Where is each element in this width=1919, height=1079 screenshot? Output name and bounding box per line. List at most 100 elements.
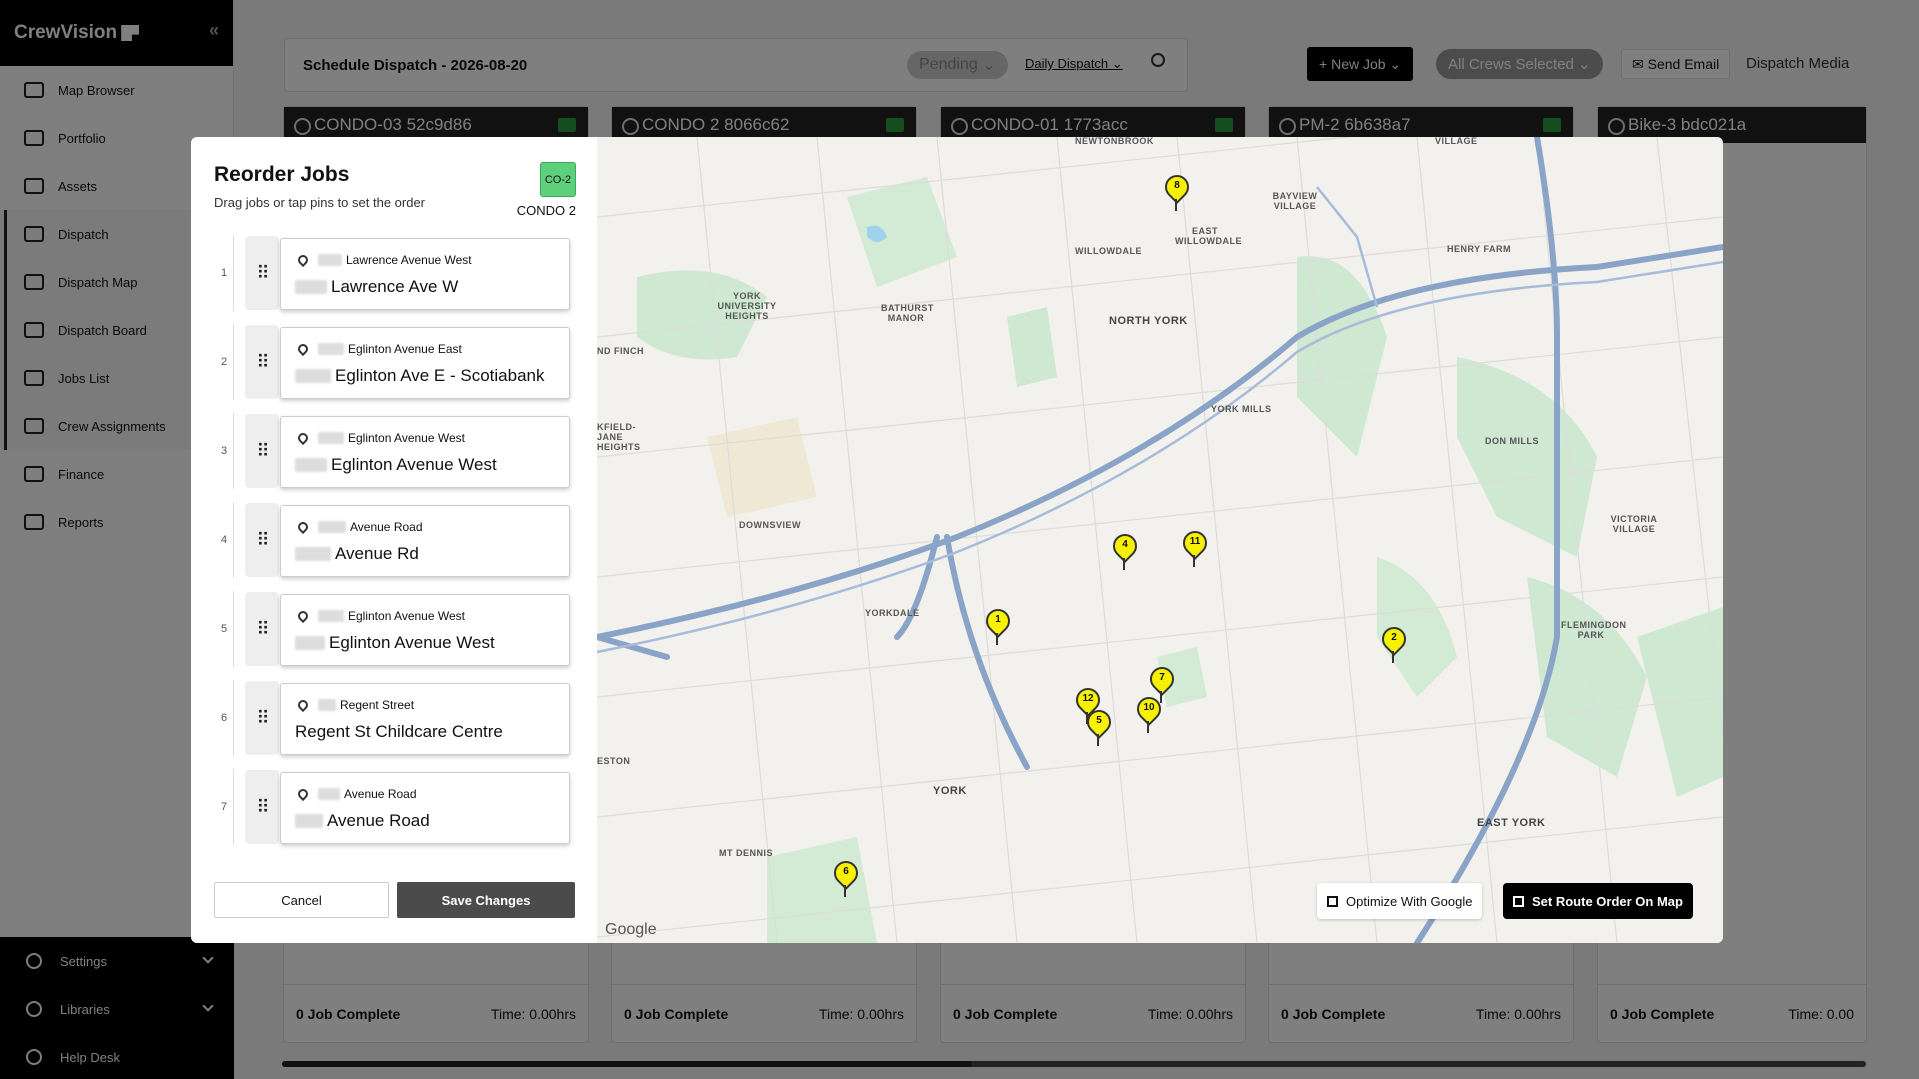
job-row[interactable]: 3 ⠿ Eglinton Avenue West Eglinton Avenue… xyxy=(191,413,597,489)
job-order-number: 7 xyxy=(221,801,228,813)
order-rail xyxy=(233,769,234,845)
map-label: YORK MILLS xyxy=(1211,404,1272,414)
marker-number: 4 xyxy=(1122,539,1128,550)
redacted-number xyxy=(295,369,331,383)
marker-number: 6 xyxy=(843,866,849,877)
order-rail xyxy=(233,502,234,578)
order-rail xyxy=(233,413,234,489)
redacted-number xyxy=(318,699,336,711)
drag-handle-icon[interactable]: ⠿ xyxy=(245,325,279,399)
job-street: Regent Street xyxy=(340,698,415,712)
marker-number: 2 xyxy=(1391,632,1397,643)
pin-tip xyxy=(996,633,998,645)
job-card[interactable]: Lawrence Avenue West Lawrence Ave W xyxy=(280,238,570,310)
modal-title: Reorder Jobs xyxy=(214,163,350,186)
map-label: NORTH YORK xyxy=(1109,315,1188,327)
google-attribution: Google xyxy=(605,921,657,938)
map-label: ND FINCH xyxy=(597,346,644,356)
job-marker-pin[interactable]: 1 xyxy=(981,604,1015,645)
job-marker-pin[interactable]: 5 xyxy=(1082,705,1116,746)
job-marker-pin[interactable]: 10 xyxy=(1132,692,1166,733)
reorder-panel: Reorder Jobs Drag jobs or tap pins to se… xyxy=(191,137,597,943)
job-name: Regent St Childcare Centre xyxy=(295,722,503,741)
job-street: Avenue Road xyxy=(350,520,423,534)
job-marker-pin[interactable]: 11 xyxy=(1178,526,1212,567)
job-marker-pin[interactable]: 4 xyxy=(1108,529,1142,570)
job-street: Avenue Road xyxy=(344,787,417,801)
redacted-number xyxy=(295,458,327,472)
job-name: Eglinton Avenue West xyxy=(329,633,495,652)
job-marker-pin[interactable]: 6 xyxy=(829,856,863,897)
route-map[interactable]: NEWTONBROOK VILLAGE BAYVIEW VILLAGE EAST… xyxy=(597,137,1723,943)
map-label: EAST WILLOWDALE xyxy=(1175,226,1242,246)
map-label: WILLOWDALE xyxy=(1075,246,1142,256)
map-label: NEWTONBROOK xyxy=(1075,137,1154,146)
map-label: MT DENNIS xyxy=(719,848,773,858)
drag-handle-icon[interactable]: ⠿ xyxy=(245,770,279,844)
job-street: Eglinton Avenue West xyxy=(348,609,465,623)
marker-number: 7 xyxy=(1159,672,1165,683)
job-row[interactable]: 4 ⠿ Avenue Road Avenue Rd xyxy=(191,502,597,578)
job-card[interactable]: Avenue Road Avenue Road xyxy=(280,772,570,844)
job-card[interactable]: Avenue Road Avenue Rd xyxy=(280,505,570,577)
redacted-number xyxy=(318,343,344,355)
redacted-number xyxy=(295,814,323,828)
redacted-number xyxy=(318,610,344,622)
order-rail xyxy=(233,235,234,311)
drag-handle-icon[interactable]: ⠿ xyxy=(245,236,279,310)
job-card[interactable]: Regent Street Regent St Childcare Centre xyxy=(280,683,570,755)
map-label: HENRY FARM xyxy=(1447,244,1512,254)
job-row[interactable]: 1 ⠿ Lawrence Avenue West Lawrence Ave W xyxy=(191,235,597,311)
job-marker-pin[interactable]: 8 xyxy=(1160,170,1194,211)
redacted-number xyxy=(295,636,325,650)
map-label: VILLAGE xyxy=(1435,137,1478,146)
location-pin-icon xyxy=(295,341,311,357)
drag-handle-icon[interactable]: ⠿ xyxy=(245,414,279,488)
optimize-with-google-button[interactable]: Optimize With Google xyxy=(1317,883,1483,919)
job-street: Eglinton Avenue East xyxy=(348,342,462,356)
drag-handle-icon[interactable]: ⠿ xyxy=(245,503,279,577)
cancel-button[interactable]: Cancel xyxy=(214,882,389,918)
map-label: EAST YORK xyxy=(1477,817,1546,829)
set-route-order-button[interactable]: Set Route Order On Map xyxy=(1503,883,1693,919)
redacted-number xyxy=(318,432,344,444)
job-name: Eglinton Ave E - Scotiabank xyxy=(335,366,545,385)
job-row[interactable]: 5 ⠿ Eglinton Avenue West Eglinton Avenue… xyxy=(191,591,597,667)
job-order-number: 1 xyxy=(221,267,228,279)
map-base xyxy=(597,137,1723,943)
optimize-label: Optimize With Google xyxy=(1346,893,1473,909)
job-order-number: 5 xyxy=(221,623,228,635)
job-marker-pin[interactable]: 2 xyxy=(1377,622,1411,663)
map-label: BATHURST MANOR xyxy=(881,303,934,323)
map-label: YORK UNIVERSITY HEIGHTS xyxy=(717,291,777,321)
job-row[interactable]: 2 ⠿ Eglinton Avenue East Eglinton Ave E … xyxy=(191,324,597,400)
pin-tip xyxy=(1175,199,1177,211)
marker-number: 12 xyxy=(1082,693,1094,704)
save-changes-button[interactable]: Save Changes xyxy=(397,882,575,918)
map-label: ESTON xyxy=(597,756,631,766)
reorder-jobs-modal: Reorder Jobs Drag jobs or tap pins to se… xyxy=(191,137,1723,943)
redacted-number xyxy=(295,280,327,294)
drag-handle-icon[interactable]: ⠿ xyxy=(245,592,279,666)
job-name: Eglinton Avenue West xyxy=(331,455,497,474)
drag-handle-icon[interactable]: ⠿ xyxy=(245,681,279,755)
map-icon xyxy=(1327,895,1338,907)
map-label: VICTORIA VILLAGE xyxy=(1610,514,1658,534)
job-row[interactable]: 7 ⠿ Avenue Road Avenue Road xyxy=(191,769,597,845)
order-rail xyxy=(233,680,234,756)
marker-number: 10 xyxy=(1143,702,1155,713)
map-label: YORKDALE xyxy=(865,608,920,618)
location-pin-icon xyxy=(295,252,311,268)
marker-number: 5 xyxy=(1096,715,1102,726)
job-card[interactable]: Eglinton Avenue West Eglinton Avenue Wes… xyxy=(280,594,570,666)
map-label: KFIELD-JANE HEIGHTS xyxy=(597,422,641,452)
pin-tip xyxy=(844,885,846,897)
job-card[interactable]: Eglinton Avenue West Eglinton Avenue Wes… xyxy=(280,416,570,488)
job-row[interactable]: 6 ⠿ Regent Street Regent St Childcare Ce… xyxy=(191,680,597,756)
redacted-number xyxy=(318,521,346,533)
job-order-number: 6 xyxy=(221,712,228,724)
map-label: YORK xyxy=(933,785,967,797)
list-order-icon xyxy=(1513,895,1524,907)
job-name: Avenue Road xyxy=(327,811,430,830)
job-card[interactable]: Eglinton Avenue East Eglinton Ave E - Sc… xyxy=(280,327,570,399)
